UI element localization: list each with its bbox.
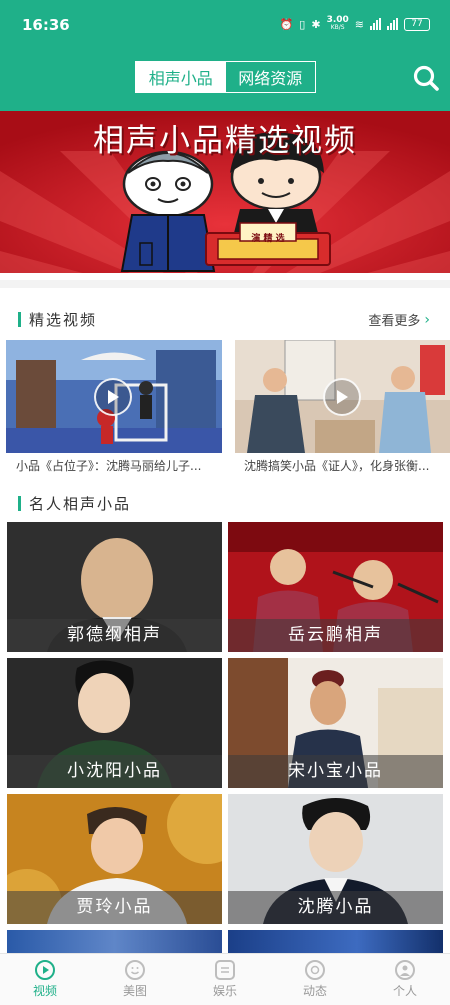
- nav-label: 个人: [392, 984, 417, 998]
- artist-card-label: 宋小宝小品: [228, 755, 443, 788]
- artist-card-2[interactable]: 岳云鹏相声: [228, 522, 443, 652]
- battery-icon: 77: [404, 17, 430, 31]
- section-accent-bar: [18, 495, 21, 511]
- tab-crosstalk[interactable]: 相声小品: [136, 62, 226, 92]
- artist-card-label: 小沈阳小品: [7, 755, 222, 788]
- section-accent-bar: [18, 311, 21, 327]
- artist-card-8[interactable]: [228, 930, 443, 953]
- nav-label: 视频: [32, 984, 57, 998]
- artist-card-4[interactable]: 宋小宝小品: [228, 658, 443, 788]
- nav-item-profile[interactable]: 个人: [360, 954, 450, 1005]
- message-icon: [215, 960, 235, 980]
- aperture-icon: [305, 960, 325, 980]
- net-speed-value: 3.00: [326, 15, 349, 25]
- play-icon: [323, 378, 361, 416]
- source-tabs: 相声小品 网络资源: [135, 61, 316, 93]
- nav-label: 美图: [122, 984, 147, 998]
- status-time: 16:36: [22, 16, 70, 34]
- nav-label: 娱乐: [212, 984, 237, 998]
- nav-item-entertainment[interactable]: 娱乐: [180, 954, 270, 1005]
- artist-card-6[interactable]: 沈腾小品: [228, 794, 443, 924]
- artist-card-label: 沈腾小品: [228, 891, 443, 924]
- net-speed: 3.00 KB/S: [327, 16, 349, 32]
- featured-video-2[interactable]: [235, 340, 450, 453]
- status-icons: ⏰ ▯ ✱ 3.00 KB/S ≋ 77: [280, 16, 430, 32]
- bluetooth-icon: ✱: [311, 17, 321, 31]
- hero-banner[interactable]: 相声小品精选视频 演 精 选: [0, 111, 450, 273]
- featured-section-title: 精选视频: [29, 310, 98, 329]
- artist-card-label: 岳云鹏相声: [228, 619, 443, 652]
- artist-photo: [228, 930, 443, 953]
- tab-network[interactable]: 网络资源: [226, 62, 316, 92]
- artist-photo: [7, 930, 222, 953]
- nav-label: 动态: [302, 984, 327, 998]
- play-circle-icon: [35, 960, 55, 980]
- artist-card-7[interactable]: [7, 930, 222, 953]
- featured-video-1-caption[interactable]: 小品《占位子》：沈腾马丽给儿子...: [16, 457, 230, 474]
- search-icon[interactable]: [412, 64, 440, 92]
- app-header: 16:36 ⏰ ▯ ✱ 3.00 KB/S ≋ 77 相声小品 网络资源: [0, 0, 450, 111]
- play-icon: [94, 378, 132, 416]
- bottom-nav: 视频 美图 娱乐 动态 个人: [0, 953, 450, 1005]
- famous-section-header: 名人相声小品: [18, 492, 131, 514]
- alarm-icon: ⏰: [279, 17, 294, 31]
- person-icon: [395, 960, 415, 980]
- featured-video-2-caption[interactable]: 沈腾搞笑小品《证人》，化身张衡...: [244, 457, 450, 474]
- nav-item-photos[interactable]: 美图: [90, 954, 180, 1005]
- artist-card-1[interactable]: 郭德纲相声: [7, 522, 222, 652]
- featured-video-1[interactable]: [6, 340, 222, 453]
- view-more-label: 查看更多: [368, 314, 421, 329]
- famous-section-title: 名人相声小品: [29, 494, 132, 513]
- status-bar: 16:36 ⏰ ▯ ✱ 3.00 KB/S ≋ 77: [0, 0, 450, 52]
- wifi-icon: ≋: [354, 17, 364, 31]
- section-divider: [0, 280, 450, 288]
- chevron-right-icon: ›: [424, 311, 430, 328]
- signal-icon-2: [387, 18, 398, 30]
- nav-item-video[interactable]: 视频: [0, 954, 90, 1005]
- artist-card-5[interactable]: 贾玲小品: [7, 794, 222, 924]
- artist-card-3[interactable]: 小沈阳小品: [7, 658, 222, 788]
- artist-card-label: 郭德纲相声: [7, 619, 222, 652]
- featured-section-header: 精选视频: [18, 308, 97, 330]
- banner-sign-text: 演 精 选: [251, 234, 285, 244]
- artist-card-label: 贾玲小品: [7, 891, 222, 924]
- view-more-link[interactable]: 查看更多 ›: [368, 310, 430, 330]
- app-root: 16:36 ⏰ ▯ ✱ 3.00 KB/S ≋ 77 相声小品 网络资源 相声小…: [0, 0, 450, 1005]
- banner-title: 相声小品精选视频: [93, 123, 357, 159]
- vibrate-icon: ▯: [299, 17, 306, 31]
- nav-item-feed[interactable]: 动态: [270, 954, 360, 1005]
- net-speed-unit: KB/S: [330, 24, 345, 31]
- smile-icon: [125, 960, 145, 980]
- signal-icon: [370, 18, 381, 30]
